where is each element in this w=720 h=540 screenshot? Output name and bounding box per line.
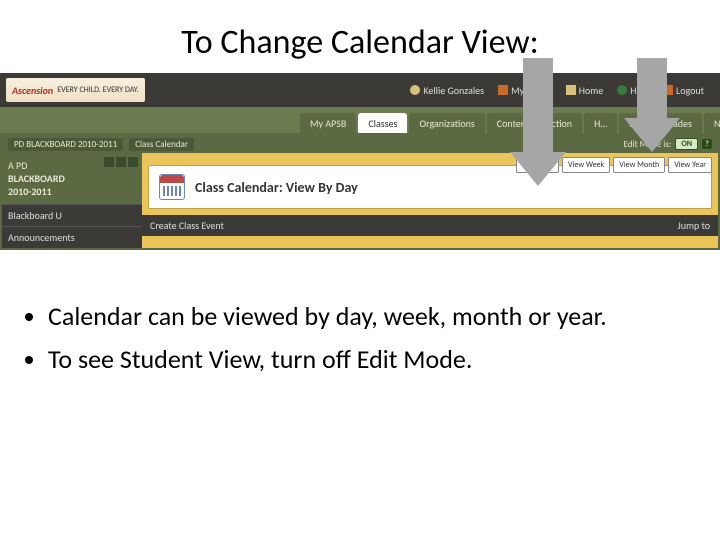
- view-month-button[interactable]: View Month: [613, 157, 665, 173]
- sidebar-control-icon[interactable]: [104, 157, 114, 167]
- home-label: Home: [579, 84, 603, 97]
- home-link[interactable]: Home: [566, 84, 603, 97]
- top-bar: Ascension EVERY CHILD. EVERY DAY. Kellie…: [0, 73, 720, 107]
- embedded-screenshot: Ascension EVERY CHILD. EVERY DAY. Kellie…: [0, 73, 720, 250]
- breadcrumb: PD BLACKBOARD 2010-2011 Class Calendar E…: [2, 135, 718, 153]
- tab-organizations[interactable]: Organizations: [409, 113, 484, 133]
- sidebar-header: A PD BLACKBOARD 2010-2011: [2, 153, 142, 204]
- calendar-toolbar: Create Class Event Jump to: [142, 215, 718, 236]
- course-sidebar: A PD BLACKBOARD 2010-2011 Blackboard U A…: [2, 153, 142, 248]
- create-event-button[interactable]: Create Class Event: [150, 219, 224, 232]
- user-link[interactable]: Kellie Gonzales: [410, 84, 484, 97]
- bullet-2: To see Student View, turn off Edit Mode.: [48, 343, 680, 376]
- sidebar-controls[interactable]: [104, 157, 138, 167]
- logout-label: Logout: [676, 84, 704, 97]
- breadcrumb-course[interactable]: PD BLACKBOARD 2010-2011: [8, 138, 123, 151]
- sidebar-control-icon[interactable]: [116, 157, 126, 167]
- jump-to-label[interactable]: Jump to: [678, 219, 710, 232]
- bullet-1: Calendar can be viewed by day, week, mon…: [48, 300, 680, 333]
- calendar-icon: [159, 174, 185, 200]
- view-year-button[interactable]: View Year: [668, 157, 712, 173]
- sidebar-title-3: 2010-2011: [8, 185, 136, 198]
- brand-tagline: EVERY CHILD. EVERY DAY.: [57, 85, 139, 95]
- sidebar-item-blackboard-u[interactable]: Blackboard U: [2, 204, 142, 226]
- callout-arrow-edit-mode: [624, 58, 680, 152]
- view-week-button[interactable]: View Week: [562, 157, 610, 173]
- user-icon: [410, 85, 420, 95]
- calendar-main: View Day View Week View Month View Year …: [142, 153, 718, 248]
- slide-bullets: Calendar can be viewed by day, week, mon…: [0, 276, 720, 375]
- brand-name: Ascension: [12, 84, 53, 97]
- calendar-heading: Class Calendar: View By Day: [195, 179, 358, 196]
- user-label: Kellie Gonzales: [423, 84, 484, 97]
- tab-myapsb[interactable]: My APSB: [300, 113, 356, 133]
- sidebar-control-icon[interactable]: [128, 157, 138, 167]
- sidebar-title-2: BLACKBOARD: [8, 172, 136, 185]
- places-icon: [498, 85, 508, 95]
- home-icon: [566, 85, 576, 95]
- main-nav-tabs: My APSB Classes Organizations Content Co…: [0, 107, 720, 133]
- course-shell: PD BLACKBOARD 2010-2011 Class Calendar E…: [0, 133, 720, 250]
- slide-title: To Change Calendar View:: [0, 0, 720, 73]
- edit-mode-help-icon[interactable]: ?: [702, 139, 712, 149]
- brand-logo: Ascension EVERY CHILD. EVERY DAY.: [6, 78, 145, 102]
- breadcrumb-page: Class Calendar: [129, 138, 194, 151]
- tab-classes[interactable]: Classes: [358, 113, 407, 133]
- callout-arrow-view-buttons: [510, 58, 566, 186]
- tab-n[interactable]: N…: [704, 113, 720, 133]
- sidebar-item-announcements[interactable]: Announcements: [2, 226, 142, 248]
- tab-h[interactable]: H…: [584, 113, 617, 133]
